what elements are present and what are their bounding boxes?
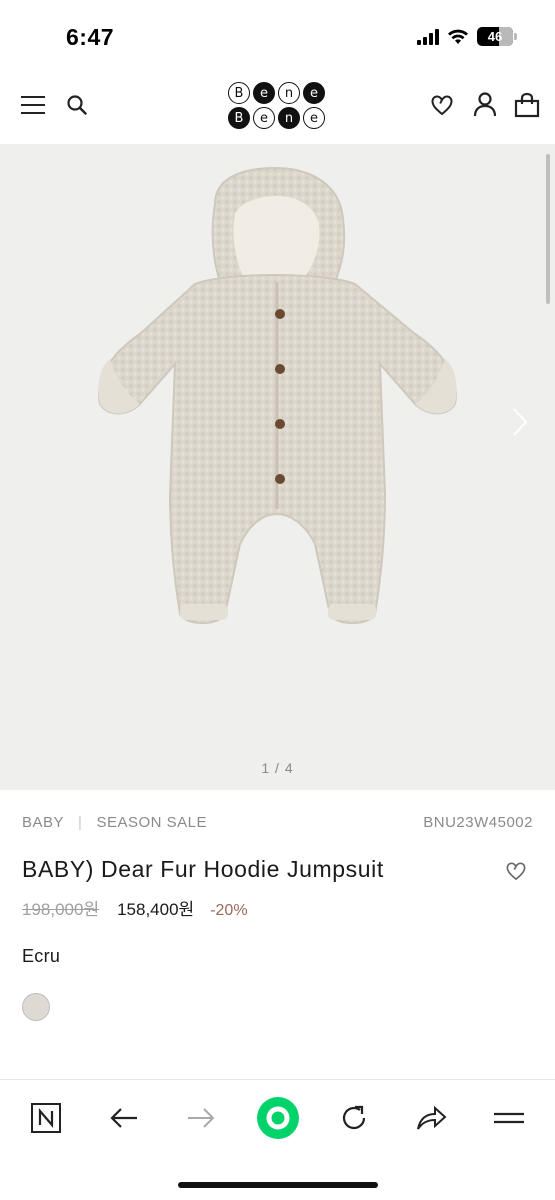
logo-row-top: B e n e bbox=[228, 82, 328, 104]
add-to-wishlist-heart-icon[interactable] bbox=[505, 861, 527, 881]
price-block: 198,000원 158,400원 -20% bbox=[22, 895, 248, 920]
cellular-signal-icon bbox=[417, 28, 439, 45]
naver-n-icon[interactable] bbox=[26, 1098, 66, 1138]
share-icon[interactable] bbox=[411, 1098, 451, 1138]
green-dot-icon[interactable] bbox=[256, 1096, 300, 1140]
color-swatch-ecru[interactable] bbox=[22, 993, 50, 1021]
status-bar: 6:47 46 bbox=[0, 0, 555, 70]
reload-icon[interactable] bbox=[334, 1098, 374, 1138]
selected-color-name: Ecru bbox=[22, 946, 61, 966]
menu-icon[interactable] bbox=[489, 1098, 529, 1138]
product-title: BABY) Dear Fur Hoodie Jumpsuit bbox=[22, 856, 384, 882]
gallery-page-counter: 1 / 4 bbox=[261, 760, 294, 776]
battery-level: 46 bbox=[487, 29, 503, 44]
benebene-logo[interactable]: B e n e B e n e bbox=[228, 82, 328, 129]
account-user-icon[interactable] bbox=[472, 91, 498, 117]
breadcrumb-collection[interactable]: SEASON SALE bbox=[96, 814, 207, 831]
breadcrumb: BABY | SEASON SALE bbox=[22, 814, 207, 831]
logo-row-bottom: B e n e bbox=[228, 107, 328, 129]
product-image-gallery[interactable]: 1 / 4 bbox=[0, 144, 555, 790]
back-arrow-icon[interactable] bbox=[104, 1098, 144, 1138]
wishlist-heart-icon[interactable] bbox=[430, 94, 454, 116]
status-icons: 46 bbox=[417, 27, 517, 46]
discount-badge: -20% bbox=[210, 902, 248, 919]
site-header: B e n e B e n e bbox=[0, 70, 555, 142]
search-icon[interactable] bbox=[66, 94, 88, 116]
product-image-fur-jumpsuit bbox=[98, 166, 457, 624]
battery-icon: 46 bbox=[477, 27, 517, 46]
breadcrumb-separator: | bbox=[78, 814, 83, 831]
browser-toolbar bbox=[0, 1079, 555, 1200]
home-indicator[interactable] bbox=[178, 1182, 378, 1188]
forward-arrow-icon[interactable] bbox=[181, 1098, 221, 1138]
original-price: 198,000원 bbox=[22, 900, 100, 919]
product-sku: BNU23W45002 bbox=[423, 814, 533, 831]
breadcrumb-category[interactable]: BABY bbox=[22, 814, 64, 831]
sale-price: 158,400원 bbox=[117, 900, 195, 919]
hamburger-menu-icon[interactable] bbox=[21, 96, 45, 114]
wifi-icon bbox=[448, 29, 468, 44]
status-time: 6:47 bbox=[66, 24, 115, 50]
shopping-bag-icon[interactable] bbox=[514, 92, 540, 118]
page-scrollbar[interactable] bbox=[546, 154, 550, 304]
chevron-right-icon[interactable] bbox=[511, 406, 529, 438]
